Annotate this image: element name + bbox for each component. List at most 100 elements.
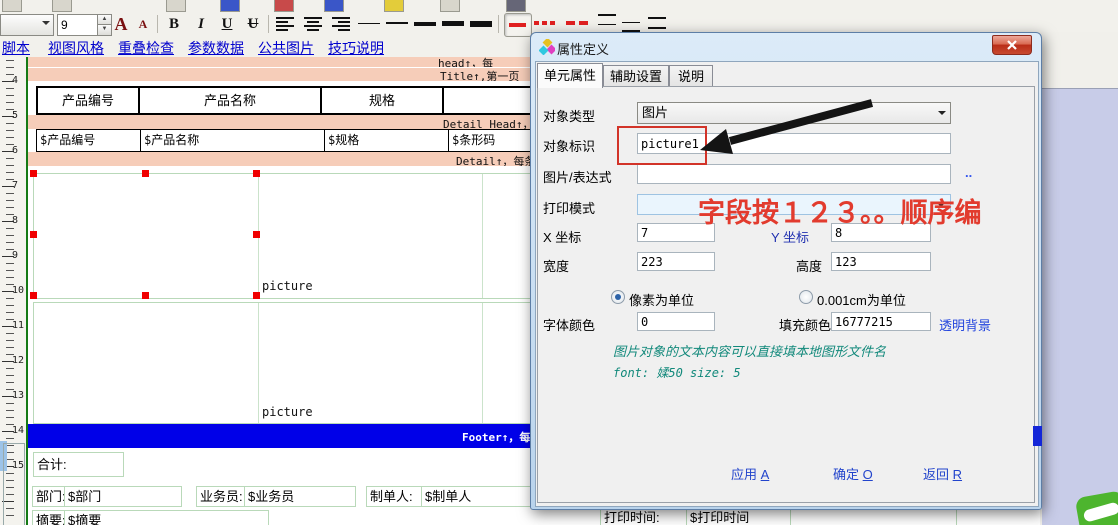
- ok-button[interactable]: 确定 O: [833, 464, 873, 483]
- double-line-button-2[interactable]: [622, 22, 640, 32]
- tab-unit-properties[interactable]: 单元属性: [537, 63, 603, 88]
- selection-handle[interactable]: [142, 170, 149, 177]
- align-center-icon[interactable]: [304, 17, 324, 32]
- band-page-head-label: head↑，每: [438, 57, 493, 67]
- maker-value-cell[interactable]: $制单人: [421, 486, 546, 507]
- maker-label-cell[interactable]: 制单人:: [366, 486, 424, 507]
- picture-placeholder-label: picture: [262, 279, 313, 293]
- browse-dots[interactable]: ..: [965, 165, 972, 180]
- menu-item-param-data[interactable]: 参数数据: [188, 38, 244, 58]
- selection-handle[interactable]: [30, 170, 37, 177]
- italic-button[interactable]: I: [190, 14, 212, 34]
- toolbar-cropped-icon-1[interactable]: [2, 0, 22, 12]
- header-cell[interactable]: 产品名称: [138, 88, 320, 113]
- print-mode-label: 打印模式: [543, 198, 595, 217]
- underline-button[interactable]: U: [216, 14, 238, 34]
- menu-item-overlap-check[interactable]: 重叠检查: [118, 38, 174, 58]
- total-cell[interactable]: 合计:: [33, 452, 124, 477]
- selection-handle[interactable]: [253, 170, 260, 177]
- data-cell[interactable]: $规格: [324, 130, 448, 151]
- toolbar-cropped-icon-5[interactable]: [274, 0, 294, 12]
- object-type-value: 图片: [642, 105, 668, 120]
- toolbar-cropped-icon-4[interactable]: [220, 0, 240, 12]
- data-cell[interactable]: $产品编号: [37, 130, 140, 151]
- double-line-button-1[interactable]: [598, 14, 616, 25]
- tab-description[interactable]: 说明: [669, 65, 713, 88]
- back-button[interactable]: 返回 R: [923, 464, 962, 483]
- print-time-value-cell[interactable]: $打印时间: [686, 509, 791, 525]
- font-color-input[interactable]: [637, 312, 715, 331]
- header-cell[interactable]: 产品编号: [38, 88, 138, 113]
- band-footer-label: Footer↑，每: [462, 429, 530, 445]
- menu-item-tips[interactable]: 技巧说明: [328, 38, 384, 58]
- line-weight-5-button[interactable]: [470, 21, 492, 27]
- font-size-input[interactable]: [57, 14, 100, 36]
- toolbar-cropped-icon-8[interactable]: [440, 0, 460, 12]
- close-button[interactable]: [992, 35, 1032, 55]
- line-weight-3-button[interactable]: [414, 22, 436, 26]
- dept-label-cell[interactable]: 部门:: [32, 486, 67, 507]
- toolbar-cropped-icon-3[interactable]: [166, 0, 186, 12]
- width-input[interactable]: [637, 252, 715, 271]
- picture-expr-input[interactable]: [637, 164, 951, 184]
- selection-handle[interactable]: [30, 292, 37, 299]
- double-line-button-3[interactable]: [648, 17, 666, 29]
- band-detail-label: Detail↑，每条: [456, 153, 535, 166]
- dept-value-cell[interactable]: $部门: [64, 486, 182, 507]
- annotation-arrow: [690, 95, 885, 165]
- fill-color-label: 填充颜色: [779, 315, 831, 334]
- application-window: ▲ ▼ A A B I U U 脚本: [0, 0, 1118, 525]
- apply-button[interactable]: 应用 A: [731, 464, 769, 483]
- vertical-ruler: 4 5 6 7 8 9 10 11 12 13 14 15: [0, 57, 26, 525]
- object-id-label: 对象标识: [543, 136, 595, 155]
- font-info-text: font: 媃50 size: 5: [613, 364, 741, 381]
- dialog-title: 属性定义: [557, 39, 609, 58]
- band-detail-head-label: Detail_Head↑，: [443, 116, 533, 129]
- radio-pixel-unit[interactable]: [611, 290, 625, 304]
- selection-handle[interactable]: [253, 231, 260, 238]
- font-name-combobox[interactable]: [0, 14, 54, 36]
- align-right-icon[interactable]: [332, 17, 352, 32]
- line-weight-1-button[interactable]: [358, 23, 380, 24]
- height-label: 高度: [796, 256, 822, 275]
- font-decrease-button[interactable]: A: [135, 14, 151, 34]
- header-cell[interactable]: 规格: [320, 88, 442, 113]
- radio-cm-unit[interactable]: [799, 290, 813, 304]
- clerk-label-cell[interactable]: 业务员:: [196, 486, 247, 507]
- tab-aux-settings[interactable]: 辅助设置: [603, 65, 669, 88]
- selection-handle[interactable]: [142, 292, 149, 299]
- bold-button[interactable]: B: [163, 14, 185, 34]
- transparent-bg-link[interactable]: 透明背景: [939, 315, 991, 334]
- dialog-app-icon: [539, 39, 555, 55]
- data-cell[interactable]: $产品名称: [140, 130, 324, 151]
- red-line-dotted-button[interactable]: [534, 21, 558, 26]
- menu-item-script[interactable]: 脚本: [2, 38, 30, 58]
- toolbar-cropped-icon-2[interactable]: [52, 0, 72, 12]
- summary-value-cell[interactable]: $摘要: [64, 510, 269, 525]
- hint-text: 图片对象的文本内容可以直接填本地图形文件名: [613, 341, 886, 360]
- print-time-label-cell[interactable]: 打印时间:: [600, 509, 689, 525]
- radio-cm-label: 0.001cm为单位: [817, 290, 906, 309]
- align-left-icon[interactable]: [276, 17, 296, 32]
- red-line-solid-button[interactable]: [504, 13, 532, 37]
- x-coord-label: X 坐标: [543, 227, 581, 246]
- menu-item-public-image[interactable]: 公共图片: [258, 38, 314, 58]
- summary-label-cell[interactable]: 摘要:: [32, 510, 67, 525]
- toolbar-cropped-icon-6[interactable]: [324, 0, 344, 12]
- line-weight-4-button[interactable]: [442, 21, 464, 26]
- selection-handle[interactable]: [30, 231, 37, 238]
- toolbar-cropped-icon-9[interactable]: [506, 0, 526, 12]
- annotation-red-text: 字段按１２３。。顺序编: [698, 191, 982, 230]
- toolbar-cropped-icon-7[interactable]: [384, 0, 404, 12]
- clerk-value-cell[interactable]: $业务员: [244, 486, 356, 507]
- footer-band-peek: [1033, 426, 1042, 446]
- line-weight-2-button[interactable]: [386, 22, 408, 24]
- fill-color-input[interactable]: [831, 312, 931, 331]
- red-line-dashed-button[interactable]: [566, 21, 590, 26]
- strikethrough-button[interactable]: U: [242, 14, 264, 34]
- width-label: 宽度: [543, 256, 569, 275]
- menu-item-view-style[interactable]: 视图风格: [48, 38, 104, 58]
- selection-handle[interactable]: [253, 292, 260, 299]
- font-increase-button[interactable]: A: [110, 14, 132, 34]
- height-input[interactable]: [831, 252, 931, 271]
